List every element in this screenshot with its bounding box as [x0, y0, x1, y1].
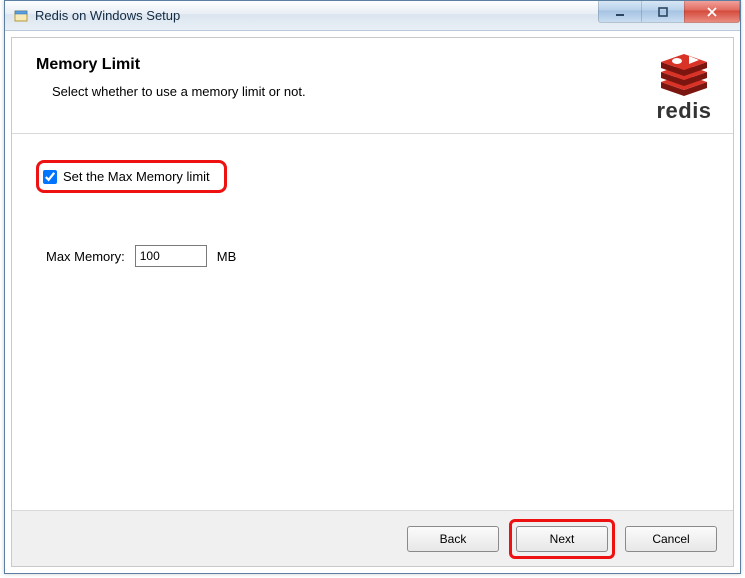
header-area: Memory Limit Select whether to use a mem… — [12, 38, 733, 134]
maximize-button[interactable] — [641, 1, 685, 23]
set-max-memory-highlight: Set the Max Memory limit — [36, 160, 227, 193]
titlebar[interactable]: Redis on Windows Setup — [5, 1, 740, 31]
next-button[interactable]: Next — [516, 526, 608, 552]
next-button-highlight: Next — [509, 519, 615, 559]
installer-icon — [13, 8, 29, 24]
set-max-memory-label[interactable]: Set the Max Memory limit — [63, 169, 210, 184]
page-title: Memory Limit — [36, 56, 709, 74]
installer-window: Redis on Windows Setup Memory Limit Sele… — [4, 0, 741, 574]
back-button[interactable]: Back — [407, 526, 499, 552]
redis-logo: redis — [655, 52, 713, 124]
close-button[interactable] — [684, 1, 740, 23]
content-panel: Memory Limit Select whether to use a mem… — [11, 37, 734, 567]
minimize-button[interactable] — [598, 1, 642, 23]
window-title: Redis on Windows Setup — [35, 8, 180, 23]
page-subtitle: Select whether to use a memory limit or … — [36, 84, 709, 99]
max-memory-unit: MB — [217, 249, 237, 264]
redis-logo-icon — [655, 52, 713, 100]
redis-logo-text: redis — [655, 98, 713, 124]
max-memory-label: Max Memory: — [46, 249, 125, 264]
footer-bar: Back Next Cancel — [12, 510, 733, 566]
cancel-button[interactable]: Cancel — [625, 526, 717, 552]
window-controls — [599, 1, 740, 23]
max-memory-input[interactable] — [135, 245, 207, 267]
set-max-memory-checkbox[interactable] — [43, 170, 57, 184]
body-area: Set the Max Memory limit Max Memory: MB — [12, 134, 733, 293]
max-memory-row: Max Memory: MB — [36, 245, 709, 267]
